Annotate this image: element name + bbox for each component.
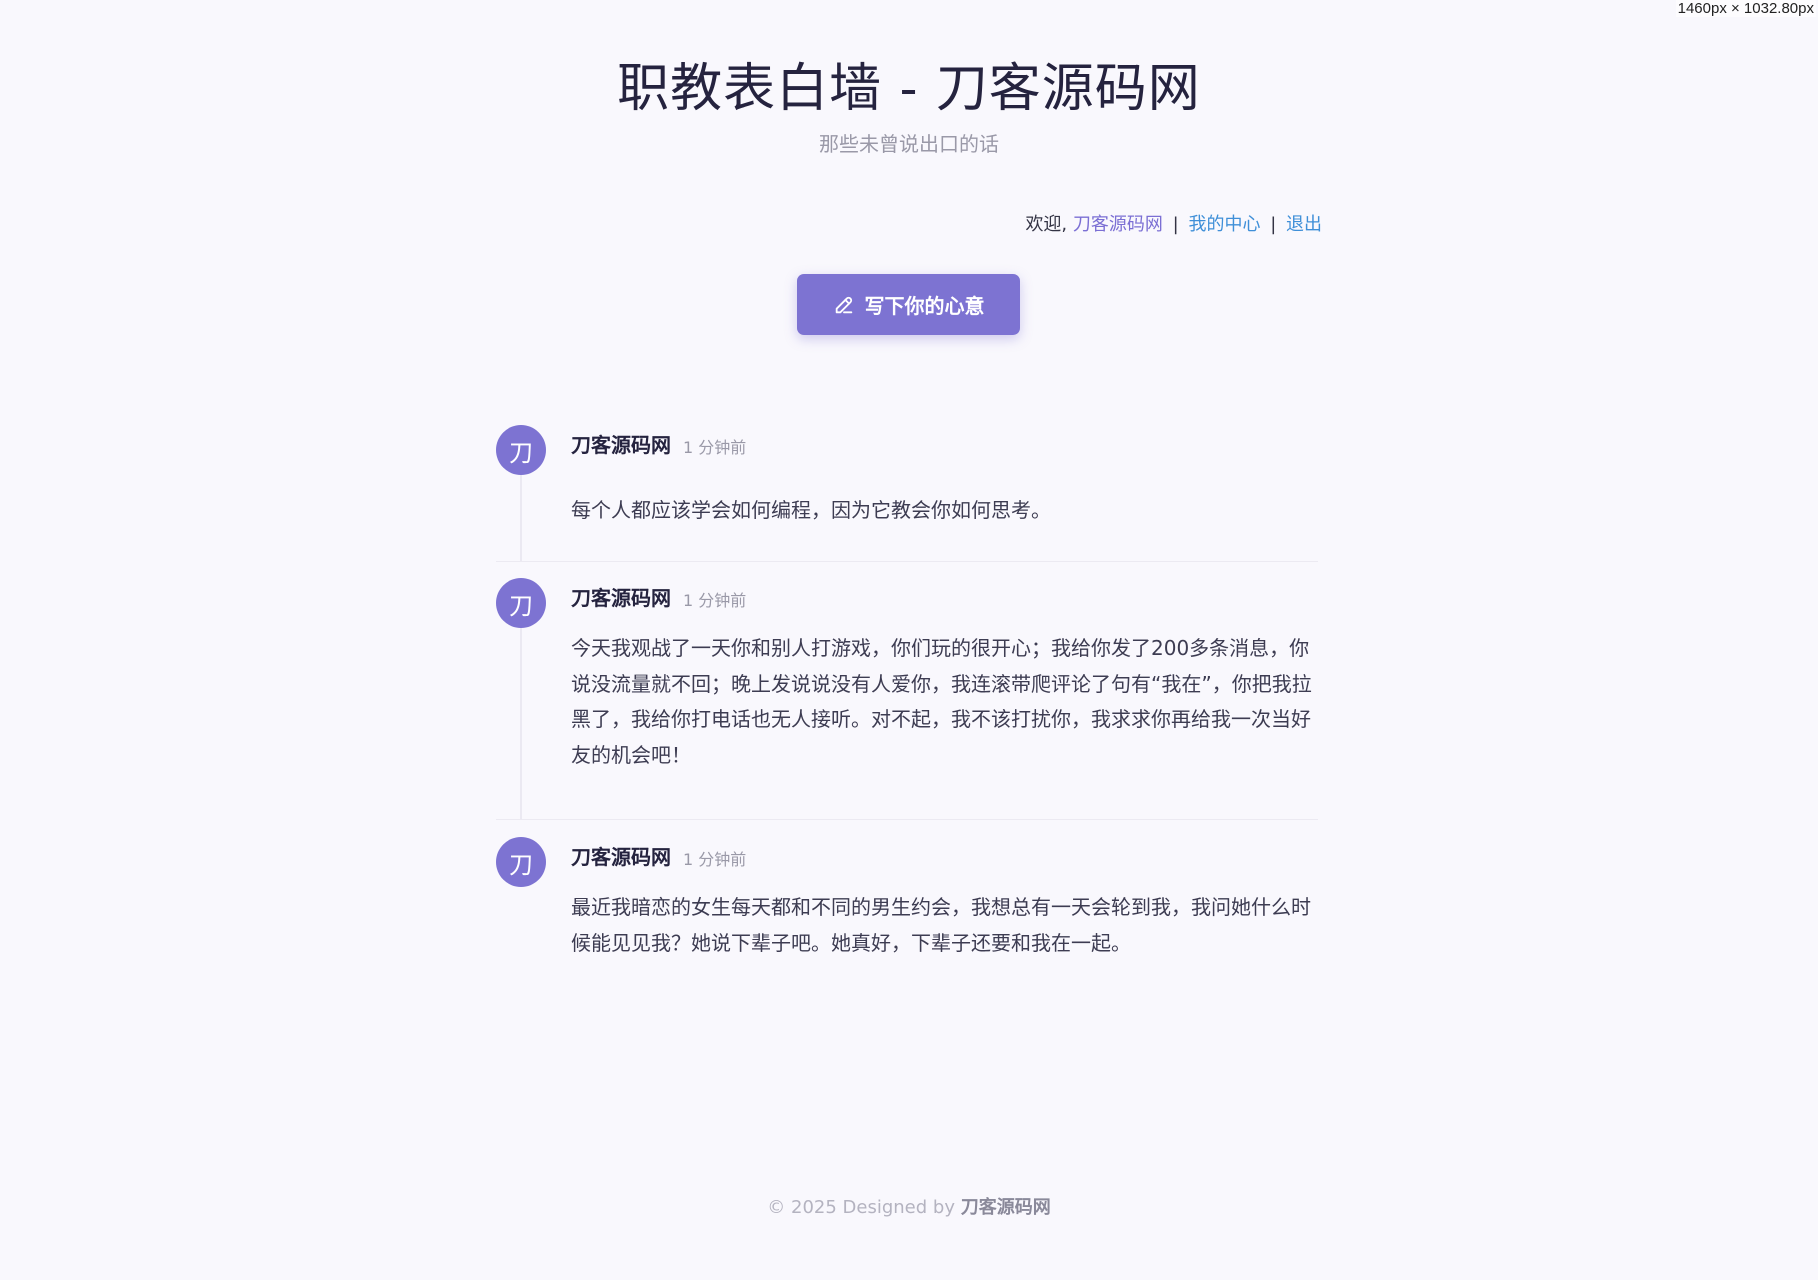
post-content: 今天我观战了一天你和别人打游戏，你们玩的很开心；我给你发了200多条消息，你说没…	[571, 636, 1312, 767]
post-author[interactable]: 刀客源码网	[571, 841, 671, 870]
user-bar: 欢迎, 刀客源码网 | 我的中心 | 退出	[1025, 210, 1322, 236]
separator: |	[1270, 214, 1277, 235]
page-subtitle: 那些未曾说出口的话	[819, 132, 999, 156]
avatar[interactable]: 刀	[496, 425, 546, 475]
thread-line	[520, 628, 522, 820]
footer: © 2025 Designed by 刀客源码网	[0, 1193, 1818, 1219]
footer-brand: 刀客源码网	[960, 1197, 1051, 1218]
avatar[interactable]: 刀	[496, 837, 546, 887]
my-center-link[interactable]: 我的中心	[1188, 214, 1260, 235]
post-time: 1 分钟前	[683, 591, 747, 610]
post-author[interactable]: 刀客源码网	[571, 429, 671, 458]
pencil-icon	[833, 294, 855, 316]
post-divider	[496, 819, 1318, 820]
write-message-button[interactable]: 写下你的心意	[797, 274, 1020, 335]
post-time: 1 分钟前	[683, 850, 747, 869]
post-divider	[496, 561, 1318, 562]
post-author[interactable]: 刀客源码网	[571, 582, 671, 611]
username-link[interactable]: 刀客源码网	[1073, 214, 1163, 235]
viewport-size-label: 1460px × 1032.80px	[1675, 0, 1816, 17]
post-content: 最近我暗恋的女生每天都和不同的男生约会，我想总有一天会轮到我，我问她什么时候能见…	[571, 895, 1311, 955]
avatar[interactable]: 刀	[496, 578, 546, 628]
post-time: 1 分钟前	[683, 438, 747, 457]
footer-text: © 2025 Designed by	[767, 1197, 961, 1218]
thread-line	[520, 475, 522, 561]
post-content: 每个人都应该学会如何编程，因为它教会你如何思考。	[571, 498, 1051, 522]
write-button-label: 写下你的心意	[864, 294, 985, 318]
logout-link[interactable]: 退出	[1286, 214, 1322, 235]
page-title: 职教表白墙 - 刀客源码网	[617, 59, 1201, 119]
separator: |	[1172, 214, 1179, 235]
welcome-text: 欢迎,	[1025, 214, 1068, 235]
